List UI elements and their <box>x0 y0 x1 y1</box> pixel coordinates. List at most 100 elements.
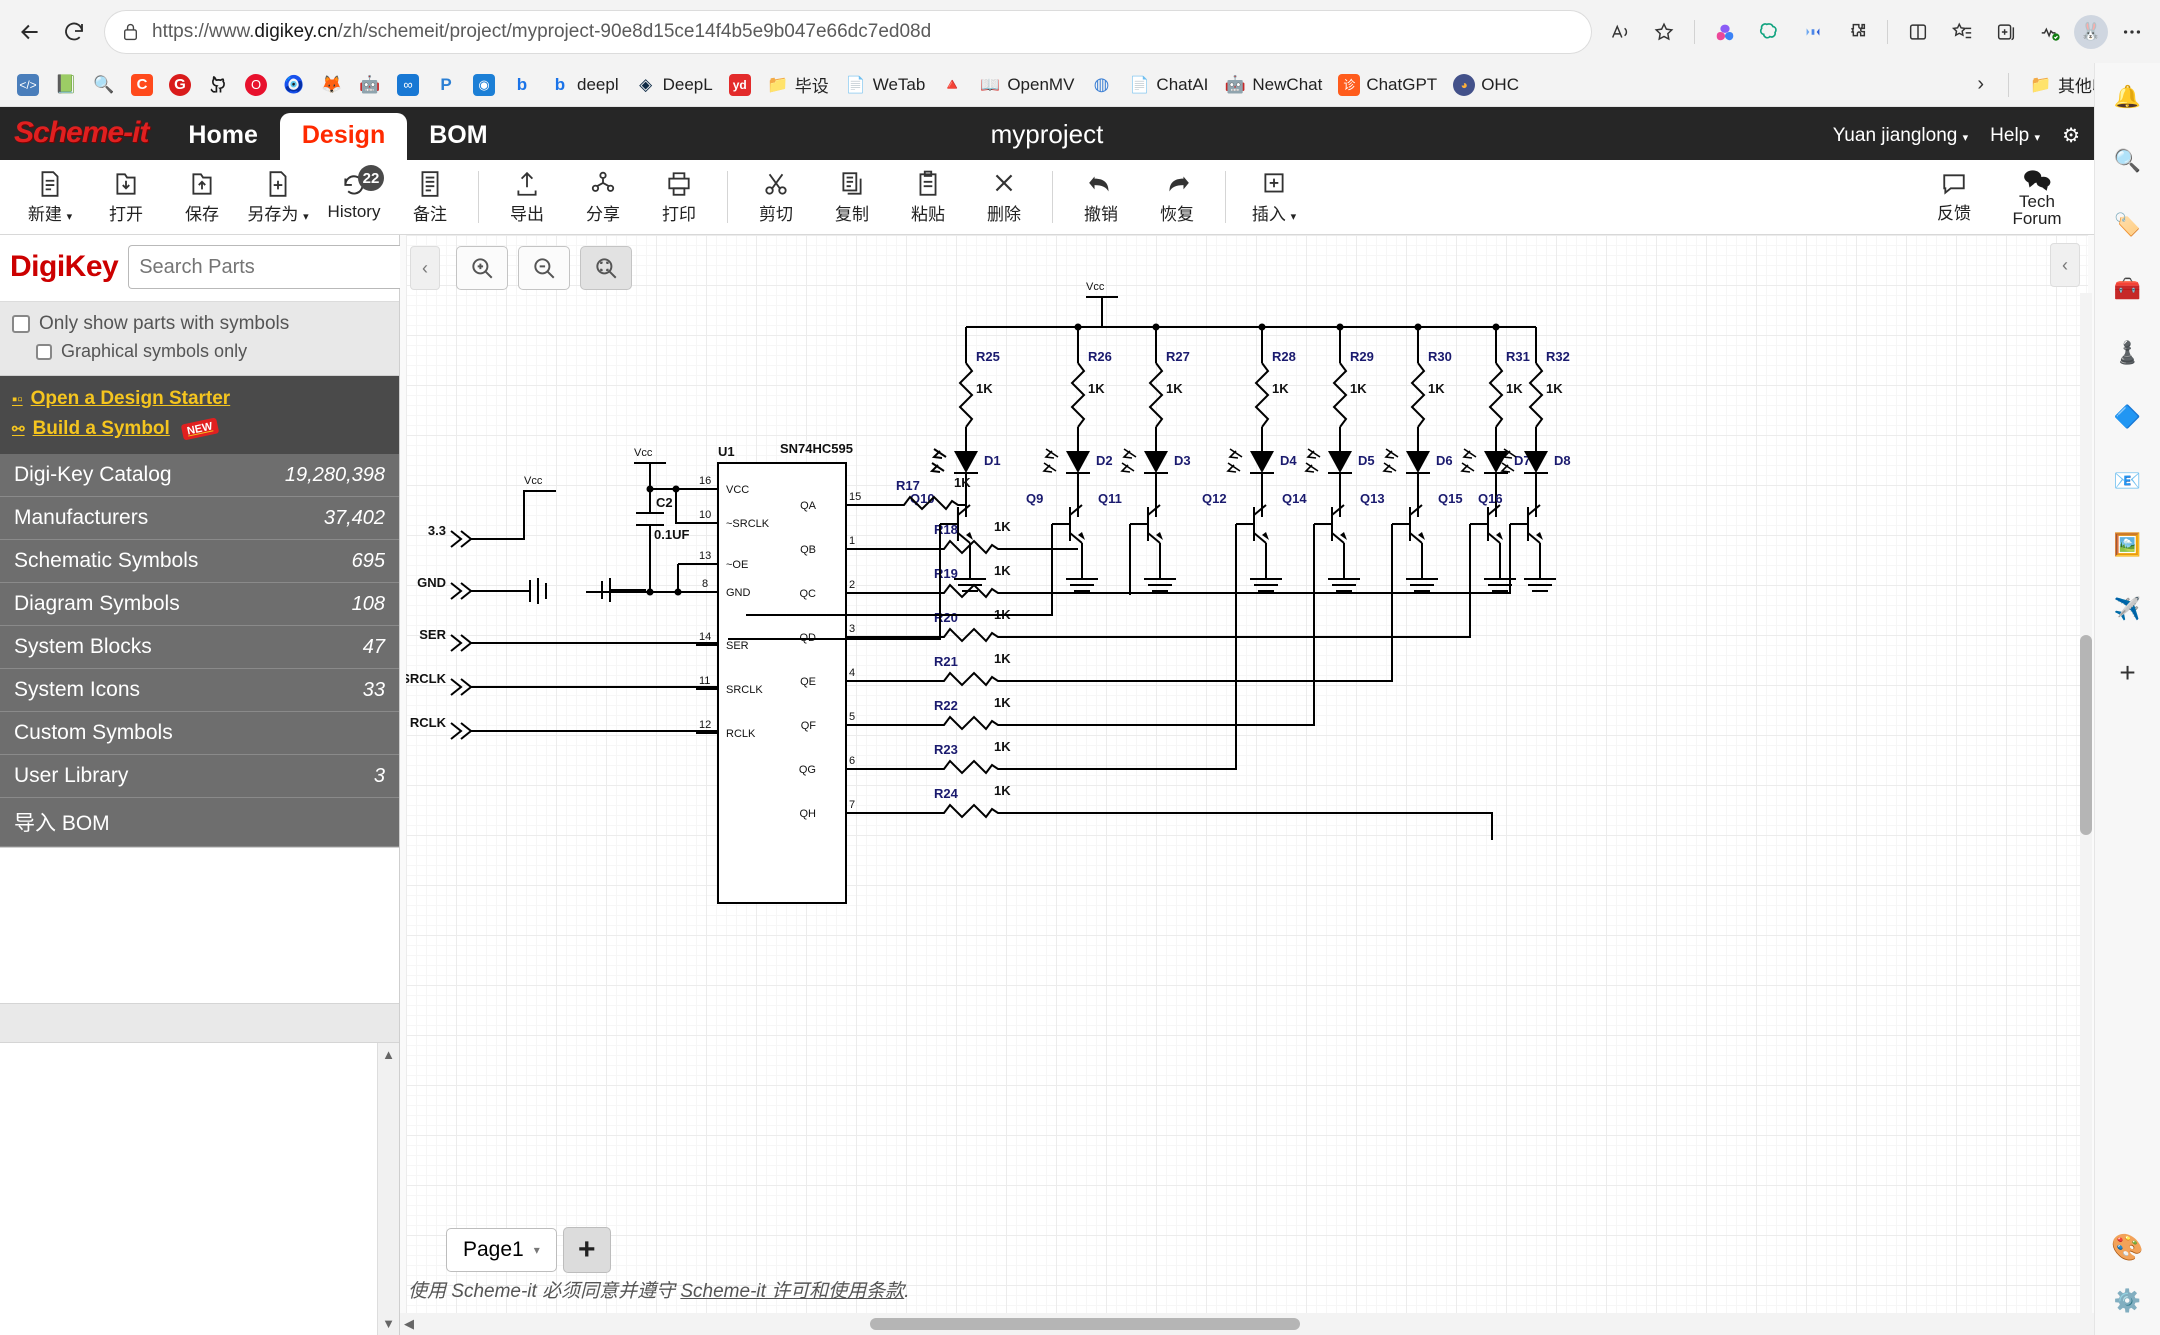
canvas-grid[interactable]: Vcc R25 1K D1 Q10 R26 1K D2 Q9 R27 1K D3… <box>406 235 2088 1315</box>
bookmark-item[interactable]: 诊 ChatGPT <box>1331 71 1444 99</box>
scroll-down-icon[interactable]: ▼ <box>378 1316 399 1331</box>
bookmark-item[interactable]: ∞ <box>390 71 426 99</box>
canvas-vertical-scroll-thumb[interactable] <box>2080 635 2092 835</box>
toolbox-icon[interactable]: 🧰 <box>2108 269 2148 309</box>
notifications-bell-icon[interactable]: 🔔 <box>2108 77 2148 117</box>
search-input[interactable] <box>128 245 415 289</box>
collapse-left-panel-button[interactable]: ‹ <box>410 246 440 290</box>
extension-m-icon[interactable] <box>1793 12 1833 52</box>
checkbox-only-parts-with-symbols[interactable]: Only show parts with symbols <box>12 310 389 338</box>
bookmark-item[interactable]: 🔍 <box>86 71 122 99</box>
category-user-library[interactable]: User Library 3 <box>0 755 399 798</box>
help-menu[interactable]: Help ▾ <box>1990 125 2040 147</box>
bookmark-item[interactable]: </> <box>10 71 46 99</box>
add-page-button[interactable]: + <box>562 1227 611 1273</box>
zoom-fit-button[interactable] <box>580 246 632 290</box>
zoom-out-button[interactable] <box>518 246 570 290</box>
redo-button[interactable]: 恢复 <box>1139 161 1215 233</box>
bookmark-item[interactable]: b deepl <box>542 71 626 99</box>
image-editor-icon[interactable]: 🖼️ <box>2108 525 2148 565</box>
bookmark-item[interactable]: O <box>238 71 274 99</box>
ic-u1[interactable]: U1 SN74HC595 16VCC 10~SRCLK 13~OE 8GND 1… <box>696 441 868 904</box>
insert-button[interactable]: 插入 ▾ <box>1236 161 1312 233</box>
tab-bom[interactable]: BOM <box>407 113 509 160</box>
bookmark-item[interactable]: 📖 OpenMV <box>972 71 1081 99</box>
bookmark-item[interactable]: P <box>428 71 464 99</box>
address-bar[interactable]: https://www.digikey.cn/zh/schemeit/proje… <box>104 9 1592 54</box>
bookmark-item[interactable] <box>200 71 236 99</box>
back-arrow-icon[interactable] <box>8 10 52 54</box>
feedback-button[interactable]: 反馈 <box>1916 161 1992 233</box>
games-icon[interactable]: ♟️ <box>2108 333 2148 373</box>
outlook-icon[interactable]: 📧 <box>2108 461 2148 501</box>
bookmark-item[interactable]: 📄 WeTab <box>838 71 933 99</box>
bookmark-item[interactable]: 📁 毕设 <box>760 69 836 100</box>
bookmark-item[interactable]: C <box>124 71 160 99</box>
delete-button[interactable]: 删除 <box>966 161 1042 233</box>
category-manufacturers[interactable]: Manufacturers 37,402 <box>0 497 399 540</box>
bookmark-item[interactable]: ◉ <box>466 71 502 99</box>
cut-button[interactable]: 剪切 <box>738 161 814 233</box>
chevron-right-icon[interactable]: › <box>1967 73 1994 96</box>
export-button[interactable]: 导出 <box>489 161 565 233</box>
favorite-star-icon[interactable] <box>1644 12 1684 52</box>
save-as-button[interactable]: 另存为 ▾ <box>240 161 316 233</box>
open-button[interactable]: 打开 <box>88 161 164 233</box>
bookmark-item[interactable]: 🦊 <box>314 71 350 99</box>
favorites-list-icon[interactable] <box>1942 12 1982 52</box>
scroll-left-icon[interactable]: ◀ <box>400 1316 418 1332</box>
category-diagram-symbols[interactable]: Diagram Symbols 108 <box>0 583 399 626</box>
new-button[interactable]: 新建 ▾ <box>12 161 88 233</box>
copilot-orb-icon[interactable]: 🎨 <box>2108 1227 2148 1267</box>
undo-button[interactable]: 撤销 <box>1063 161 1139 233</box>
category-custom-symbols[interactable]: Custom Symbols <box>0 712 399 755</box>
build-a-symbol-link[interactable]: ⚯ Build a Symbol NEW <box>12 414 399 444</box>
bookmark-item[interactable]: 🤖 <box>352 71 388 99</box>
settings-gear-icon[interactable]: ⚙️ <box>2108 1281 2148 1321</box>
bookmark-item[interactable]: 🔺 <box>934 71 970 99</box>
bookmark-item[interactable]: 📗 <box>48 71 84 99</box>
split-screen-icon[interactable] <box>1898 12 1938 52</box>
bookmark-item[interactable]: 🧿 <box>276 71 312 99</box>
collapse-right-panel-button[interactable]: ‹ <box>2050 243 2080 287</box>
bookmark-item[interactable]: G <box>162 71 198 99</box>
read-aloud-icon[interactable] <box>1600 12 1640 52</box>
notes-button[interactable]: 备注 <box>392 161 468 233</box>
more-options-icon[interactable] <box>2112 12 2152 52</box>
category-schematic-symbols[interactable]: Schematic Symbols 695 <box>0 540 399 583</box>
collections-icon[interactable] <box>1986 12 2026 52</box>
category-digikey-catalog[interactable]: Digi-Key Catalog 19,280,398 <box>0 454 399 497</box>
category-system-blocks[interactable]: System Blocks 47 <box>0 626 399 669</box>
browser-essentials-icon[interactable] <box>2030 12 2070 52</box>
tab-home[interactable]: Home <box>166 113 279 160</box>
shopping-tag-icon[interactable]: 🏷️ <box>2108 205 2148 245</box>
extensions-puzzle-icon[interactable] <box>1837 12 1877 52</box>
share-button[interactable]: 分享 <box>565 161 641 233</box>
paper-plane-icon[interactable]: ✈️ <box>2108 589 2148 629</box>
tech-forum-button[interactable]: Tech Forum <box>1992 161 2082 233</box>
bookmark-item[interactable]: 🤖 NewChat <box>1217 71 1329 99</box>
category-system-icons[interactable]: System Icons 33 <box>0 669 399 712</box>
canvas-horizontal-scroll-thumb[interactable] <box>870 1318 1300 1330</box>
open-design-starter-link[interactable]: ▪▫ Open a Design Starter <box>12 384 399 414</box>
parts-scrollbar[interactable]: ▲ ▼ <box>377 1043 399 1335</box>
bookmark-item[interactable]: yd <box>722 71 758 99</box>
paste-button[interactable]: 粘贴 <box>890 161 966 233</box>
print-button[interactable]: 打印 <box>641 161 717 233</box>
bookmark-item[interactable]: ◈ DeepL <box>628 71 720 99</box>
tab-design[interactable]: Design <box>279 113 408 160</box>
import-bom-button[interactable]: 导入 BOM <box>0 798 399 847</box>
canvas-horizontal-scrollbar[interactable]: ◀ <box>400 1313 2094 1335</box>
user-menu[interactable]: Yuan jianglong ▾ <box>1833 125 1968 147</box>
history-button[interactable]: 22 History <box>316 161 392 233</box>
reload-icon[interactable] <box>52 10 96 54</box>
license-link[interactable]: Scheme-it 许可和使用条款 <box>680 1281 904 1302</box>
zoom-in-button[interactable] <box>456 246 508 290</box>
scroll-up-icon[interactable]: ▲ <box>378 1047 399 1062</box>
bookmark-item[interactable]: ◍ <box>1083 71 1119 99</box>
microsoft-365-icon[interactable]: 🔷 <box>2108 397 2148 437</box>
bookmark-item[interactable]: 📄 ChatAI <box>1121 71 1215 99</box>
add-sidebar-icon[interactable]: + <box>2108 653 2148 693</box>
save-button[interactable]: 保存 <box>164 161 240 233</box>
checkbox-graphical-symbols-only[interactable]: Graphical symbols only <box>12 338 389 365</box>
